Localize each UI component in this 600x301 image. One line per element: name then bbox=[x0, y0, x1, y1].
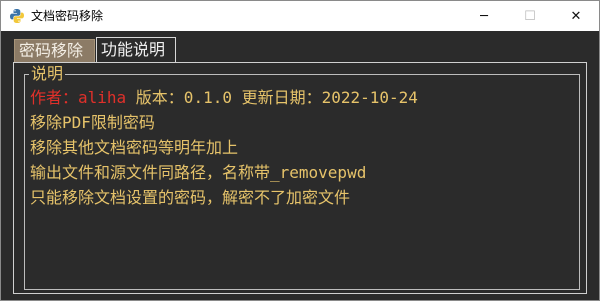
group-label: 说明 bbox=[29, 64, 66, 84]
description-line: 移除PDF限制密码 bbox=[30, 113, 155, 132]
python-logo-icon bbox=[10, 9, 24, 23]
app-window: 文档密码移除 ─ ☐ ✕ 密码移除 功能说明 说明 作者：aliha 版本：0.… bbox=[0, 0, 600, 301]
author-version-line: 作者：aliha 版本：0.1.0 更新日期：2022-10-24 bbox=[30, 88, 418, 108]
description-line: 移除其他文档密码等明年加上 bbox=[30, 138, 239, 157]
tab-password-remove[interactable]: 密码移除 bbox=[14, 39, 95, 63]
tab-panel: 说明 作者：aliha 版本：0.1.0 更新日期：2022-10-24 移除P… bbox=[13, 62, 587, 294]
client-area: 密码移除 功能说明 说明 作者：aliha 版本：0.1.0 更新日期：2022… bbox=[1, 31, 599, 300]
tab-feature-description[interactable]: 功能说明 bbox=[96, 37, 176, 63]
description-group: 说明 作者：aliha 版本：0.1.0 更新日期：2022-10-24 移除P… bbox=[24, 64, 580, 290]
close-button[interactable]: ✕ bbox=[553, 1, 599, 31]
author-text: 作者：aliha bbox=[30, 88, 127, 107]
minimize-button[interactable]: ─ bbox=[461, 1, 507, 31]
description-line: 只能移除文档设置的密码，解密不了加密文件 bbox=[30, 188, 351, 207]
title-bar[interactable]: 文档密码移除 ─ ☐ ✕ bbox=[1, 1, 599, 31]
description-line: 输出文件和源文件同路径，名称带_removepwd bbox=[30, 163, 367, 182]
version-date-text: 版本：0.1.0 更新日期：2022-10-24 bbox=[126, 88, 418, 107]
window-title: 文档密码移除 bbox=[31, 9, 104, 23]
maximize-button[interactable]: ☐ bbox=[507, 1, 553, 31]
